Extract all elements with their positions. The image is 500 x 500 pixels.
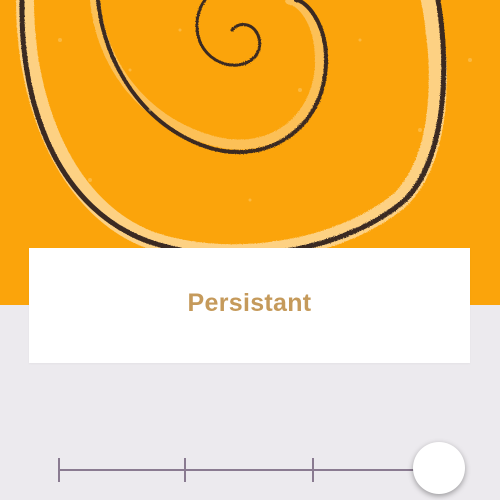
option-title: Persistant xyxy=(187,289,312,317)
slider-tick-3[interactable] xyxy=(312,458,314,482)
slider-tick-2[interactable] xyxy=(184,458,186,482)
slider-track[interactable] xyxy=(58,469,443,471)
option-card: Persistant xyxy=(29,248,470,363)
step-slider[interactable] xyxy=(58,440,465,500)
screen: Persistant xyxy=(0,0,500,500)
slider-tick-1[interactable] xyxy=(58,458,60,482)
slider-thumb[interactable] xyxy=(413,442,465,494)
